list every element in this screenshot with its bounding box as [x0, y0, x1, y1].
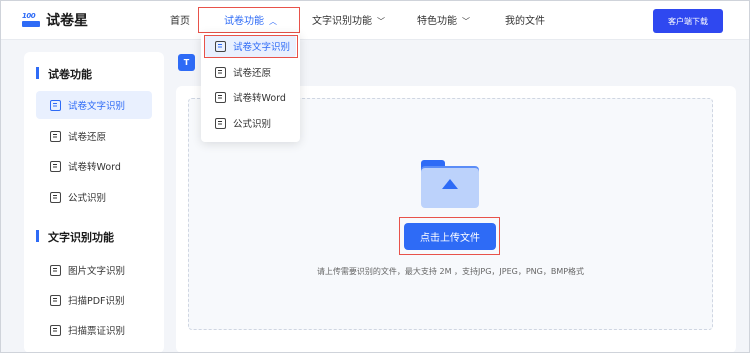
- sidebar-item-image-ocr[interactable]: 图片文字识别: [36, 256, 152, 284]
- nav-special-features-label: 特色功能: [417, 16, 457, 27]
- formula-icon: [50, 191, 61, 203]
- document-icon: [215, 66, 226, 78]
- image-icon: [50, 264, 61, 276]
- dropdown-item-exam-to-word[interactable]: 试卷转Word: [205, 86, 296, 108]
- sidebar-item-label: 扫描PDF识别: [68, 296, 125, 307]
- sidebar-item-label: 试卷还原: [68, 132, 107, 143]
- logo-icon: 100: [22, 11, 40, 29]
- sidebar-item-receipt-ocr[interactable]: 扫描票证识别: [36, 316, 152, 344]
- upload-hint: 请上传需要识别的文件，最大支持 2M ，支持JPG，JPEG，PNG，BMP格式: [316, 267, 585, 276]
- nav-my-files[interactable]: 我的文件: [505, 12, 545, 27]
- nav-my-files-label: 我的文件: [505, 16, 545, 27]
- nav-home[interactable]: 首页: [170, 12, 190, 27]
- document-icon: [50, 99, 61, 111]
- top-nav: 100 试卷星 首页 试卷功能 ︿ 文字识别功能 ﹀ 特色功能 ﹀ 我的文件 客户端下…: [0, 0, 750, 40]
- chevron-down-icon: ﹀: [462, 17, 470, 26]
- client-download-button[interactable]: 客户端下载: [653, 9, 723, 33]
- logo-text: 试卷星: [46, 13, 88, 29]
- sidebar-item-exam-restore[interactable]: 试卷还原: [36, 122, 152, 150]
- folder-upload-icon: [421, 160, 479, 208]
- logo-mark-text: 100: [22, 12, 36, 20]
- highlight-box-nav: [198, 7, 300, 33]
- sidebar: 试卷功能 试卷文字识别 试卷还原 试卷转Word 公式识别 文字识别功能 图片文…: [24, 52, 164, 353]
- id-card-icon: [50, 324, 61, 336]
- dropdown-item-exam-restore[interactable]: 试卷还原: [205, 61, 296, 83]
- formula-icon: [215, 117, 226, 129]
- sidebar-item-label: 扫描票证识别: [68, 326, 126, 337]
- page-badge-icon: T: [178, 54, 195, 71]
- sidebar-item-exam-to-word[interactable]: 试卷转Word: [36, 152, 152, 180]
- highlight-box-dropdown: [204, 35, 298, 58]
- nav-text-recognition[interactable]: 文字识别功能 ﹀: [312, 12, 385, 27]
- highlight-box-upload: [399, 217, 500, 255]
- sidebar-item-label: 图片文字识别: [68, 266, 126, 277]
- nav-special-features[interactable]: 特色功能 ﹀: [417, 12, 470, 27]
- document-icon: [50, 160, 61, 172]
- dropdown-item-formula[interactable]: 公式识别: [205, 112, 296, 134]
- logo[interactable]: 100 试卷星: [22, 10, 88, 30]
- nav-text-recognition-label: 文字识别功能: [312, 16, 372, 27]
- pdf-icon: [50, 294, 61, 306]
- sidebar-item-label: 试卷转Word: [68, 162, 121, 173]
- sidebar-item-formula[interactable]: 公式识别: [36, 183, 152, 211]
- nav-home-label: 首页: [170, 16, 190, 27]
- chevron-down-icon: ﹀: [377, 17, 385, 26]
- document-icon: [50, 130, 61, 142]
- sidebar-item-label: 公式识别: [68, 193, 107, 204]
- sidebar-item-label: 试卷文字识别: [68, 101, 126, 112]
- dropdown-item-label: 试卷转Word: [233, 93, 286, 104]
- sidebar-item-pdf-ocr[interactable]: 扫描PDF识别: [36, 286, 152, 314]
- dropdown-item-label: 公式识别: [233, 119, 272, 130]
- document-icon: [215, 91, 226, 103]
- dropdown-item-label: 试卷还原: [233, 68, 272, 79]
- sidebar-item-exam-ocr[interactable]: 试卷文字识别: [36, 91, 152, 119]
